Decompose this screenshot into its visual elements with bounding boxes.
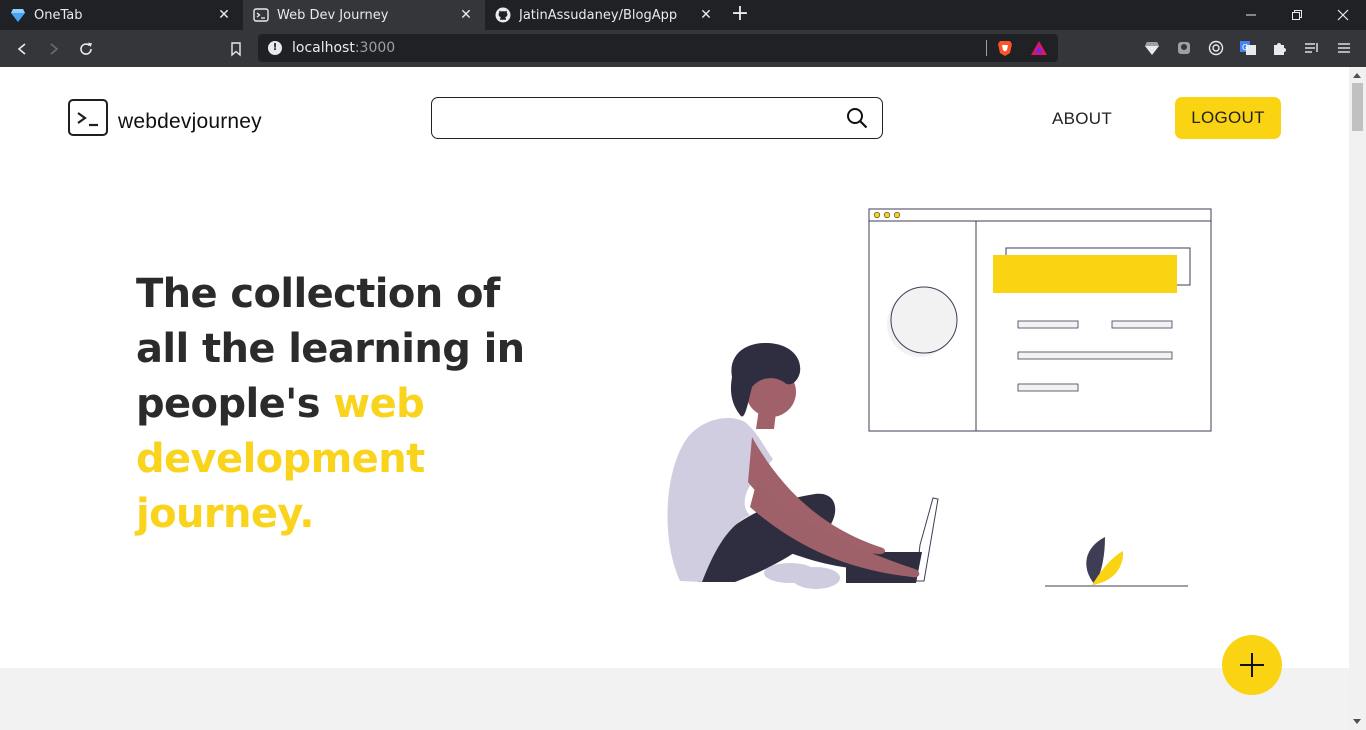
close-tab-icon[interactable]: ✕ [457, 7, 475, 23]
address-bar[interactable]: ! localhost:3000 [258, 34, 1058, 62]
browser-toolbar: ! localhost:3000 G [0, 30, 1366, 67]
back-arrow-icon [17, 43, 26, 55]
page-viewport: webdevjourney ABOUT LOGOUT The collectio… [0, 67, 1349, 730]
site-logo[interactable]: webdevjourney [68, 99, 262, 136]
scroll-down-arrow-icon[interactable] [1353, 719, 1361, 724]
plus-icon [1240, 653, 1264, 677]
svg-text:G: G [1242, 43, 1248, 52]
close-tab-icon[interactable]: ✕ [215, 7, 233, 23]
tab-onetab[interactable]: OneTab ✕ [0, 0, 243, 30]
tab-github-blogapp[interactable]: JatinAssudaney/BlogApp ✕ [485, 0, 725, 30]
about-link[interactable]: ABOUT [1052, 109, 1112, 129]
browser-mockup-illustration [868, 208, 1212, 432]
close-window-button[interactable] [1320, 0, 1366, 30]
onetab-diamond-icon [11, 9, 25, 22]
reading-list-icon[interactable] [1303, 39, 1321, 57]
forward-button[interactable] [41, 36, 67, 62]
hero-title-text: The collection of all the learning in pe… [136, 271, 525, 427]
extension-lightbulb-icon[interactable] [1175, 39, 1193, 57]
reload-icon [80, 42, 92, 55]
close-tab-icon[interactable]: ✕ [697, 7, 715, 23]
scroll-up-arrow-icon[interactable] [1353, 73, 1361, 78]
page-scrollbar[interactable] [1349, 67, 1366, 730]
bookmark-icon [231, 42, 241, 57]
tab-title: Web Dev Journey [277, 7, 389, 23]
url-port: :3000 [354, 40, 396, 56]
minimize-icon [1246, 14, 1256, 16]
hero-illustration [667, 208, 1212, 589]
restore-icon [1292, 10, 1302, 20]
plant-illustration [1045, 537, 1188, 587]
brave-rewards-icon[interactable] [1030, 40, 1048, 56]
bookmark-button[interactable] [223, 36, 249, 62]
terminal-logo-icon [68, 99, 108, 136]
logo-text: webdevjourney [118, 109, 262, 133]
search-box [431, 97, 883, 139]
tab-title: OneTab [34, 7, 83, 23]
add-post-button[interactable] [1222, 635, 1282, 695]
browser-menu-icon[interactable] [1335, 39, 1353, 57]
brave-shields-icon[interactable] [996, 39, 1014, 57]
content-section-background [0, 668, 1349, 730]
browser-tab-strip: OneTab ✕ Web Dev Journey ✕ JatinAssudane… [0, 0, 1366, 30]
scrollbar-thumb[interactable] [1352, 83, 1363, 131]
site-info-icon[interactable]: ! [268, 41, 282, 55]
google-translate-icon[interactable]: G [1239, 39, 1257, 57]
back-button[interactable] [9, 36, 35, 62]
onetab-extension-icon[interactable] [1143, 39, 1161, 57]
github-icon [495, 7, 511, 23]
close-icon [1337, 9, 1349, 21]
forward-arrow-icon [50, 43, 59, 55]
new-tab-button[interactable]: + [728, 3, 752, 27]
logout-button[interactable]: LOGOUT [1175, 97, 1281, 139]
url-text: localhost:3000 [292, 40, 395, 56]
tab-web-dev-journey[interactable]: Web Dev Journey ✕ [243, 0, 485, 30]
url-host: localhost [292, 40, 355, 56]
reload-button[interactable] [73, 36, 99, 62]
extension-target-icon[interactable] [1207, 39, 1225, 57]
extensions-puzzle-icon[interactable] [1271, 39, 1289, 57]
hero-title: The collection of all the learning in pe… [136, 267, 536, 542]
terminal-favicon-icon [253, 8, 269, 22]
restore-button[interactable] [1274, 0, 1320, 30]
search-icon[interactable] [846, 107, 868, 129]
tab-title: JatinAssudaney/BlogApp [519, 7, 678, 23]
search-input[interactable] [444, 106, 834, 130]
divider [986, 40, 987, 56]
minimize-button[interactable] [1228, 0, 1274, 30]
